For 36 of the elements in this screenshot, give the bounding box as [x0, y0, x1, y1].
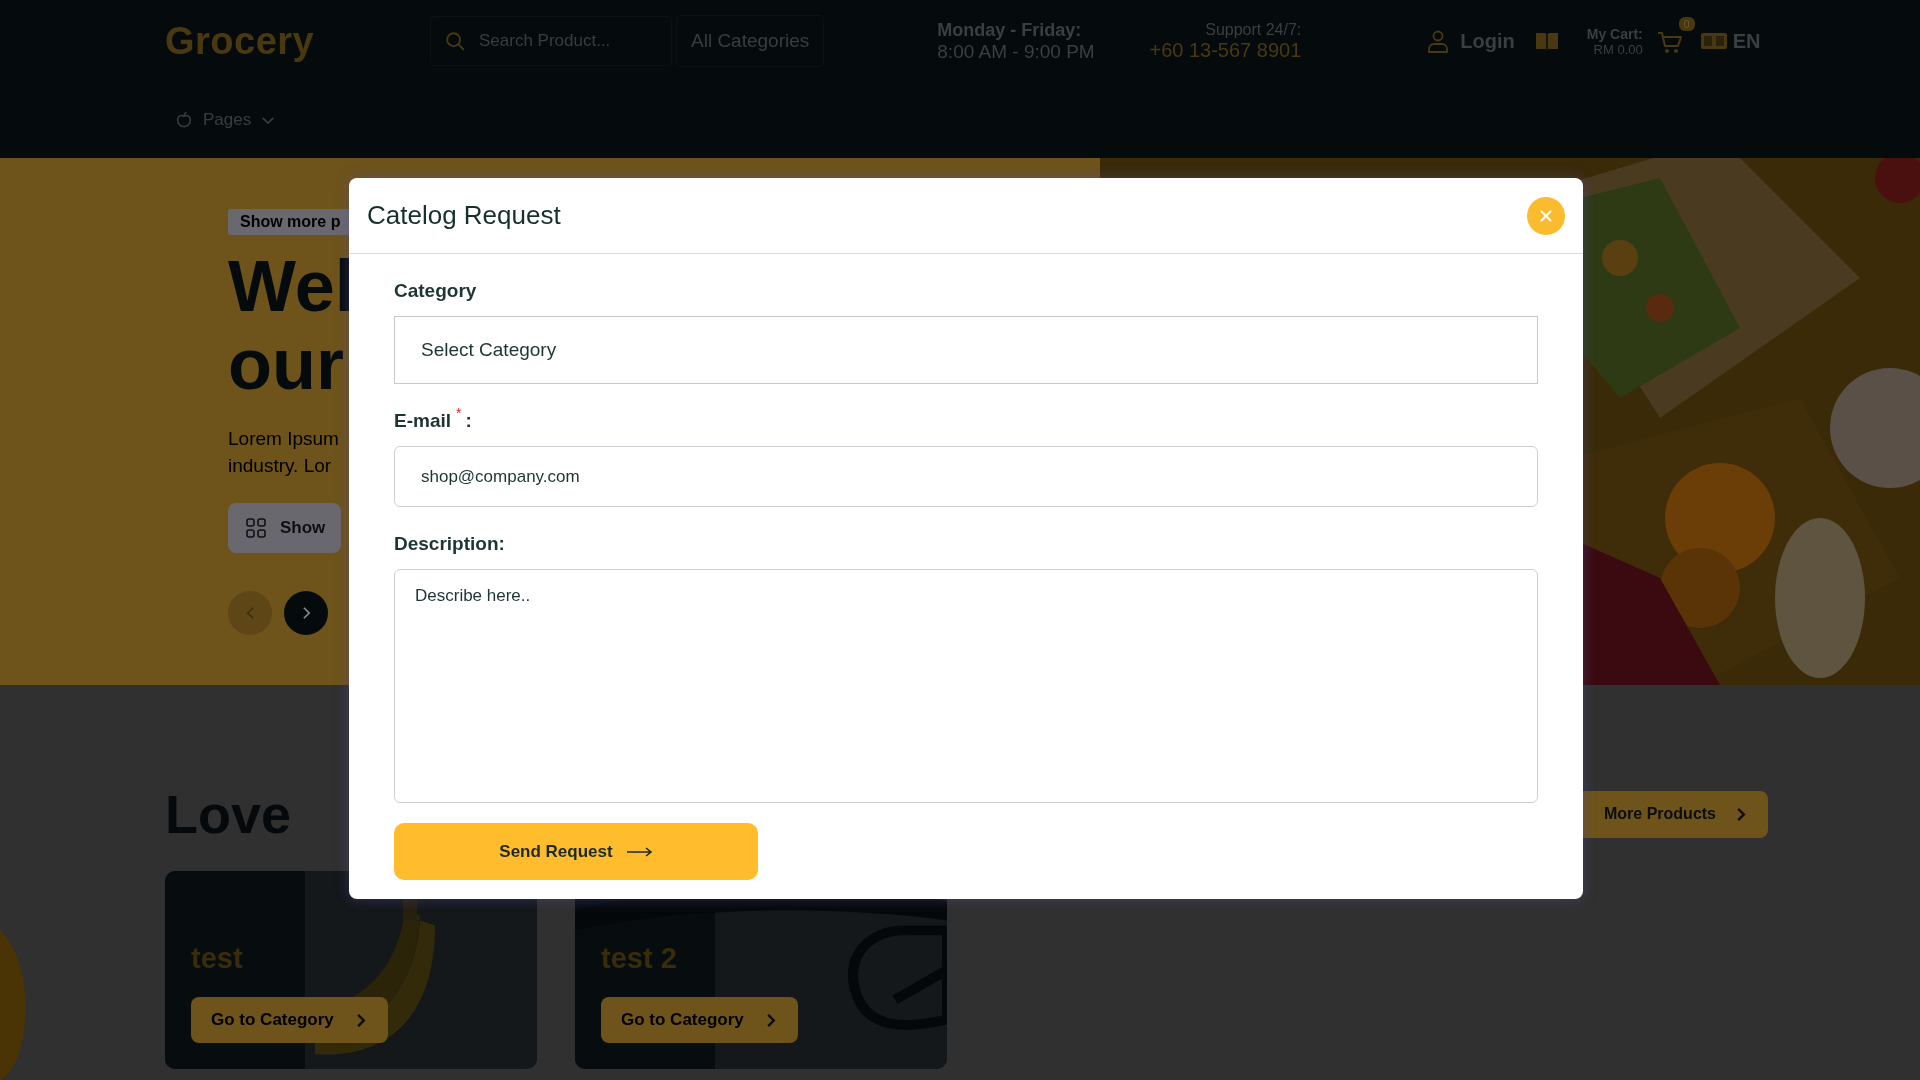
send-request-button[interactable]: Send Request — [394, 823, 758, 880]
email-field[interactable]: shop@company.com — [394, 446, 1538, 507]
field-label: E-mail — [394, 410, 452, 432]
grid-icon — [246, 518, 266, 538]
close-icon — [1540, 209, 1552, 222]
user-icon[interactable] — [1426, 28, 1451, 54]
search-icon — [444, 30, 466, 52]
next-slide-button[interactable] — [284, 591, 328, 635]
show-more-button[interactable]: Show — [228, 503, 342, 553]
logo[interactable]: Grocery — [165, 19, 430, 63]
hero-title: our — [228, 325, 345, 403]
go-to-category-button[interactable]: Go to Category — [601, 997, 798, 1043]
chevron-right-icon — [301, 606, 311, 620]
support-phone[interactable]: +60 13-567 8901 — [1149, 38, 1302, 62]
arrow-right-icon — [626, 846, 653, 857]
hero-title: Wel — [228, 247, 355, 325]
translate-icon[interactable] — [1700, 32, 1727, 50]
apple-icon — [175, 111, 193, 129]
hero-text: Lorem Ipsum — [228, 427, 339, 451]
description-field[interactable]: Describe here.. — [394, 569, 1538, 803]
field-label: Description: — [394, 533, 505, 555]
label-colon: : — [465, 410, 472, 432]
chevron-right-icon — [355, 1012, 366, 1028]
category-select[interactable]: Select Category — [394, 316, 1538, 384]
dialog-title: Catelog Request — [367, 200, 561, 231]
book-icon[interactable] — [1534, 31, 1559, 51]
chevron-left-icon — [245, 606, 255, 620]
go-to-category-button[interactable]: Go to Category — [191, 997, 388, 1043]
cart-icon[interactable] — [1656, 31, 1683, 55]
chevron-right-icon — [1736, 806, 1746, 822]
chevron-right-icon — [765, 1012, 776, 1028]
chevron-down-icon — [261, 115, 276, 125]
field-label: Category — [394, 280, 477, 302]
hero-text: industry. Lor — [228, 454, 333, 478]
close-button[interactable] — [1527, 196, 1565, 235]
required-mark: * — [456, 406, 462, 420]
